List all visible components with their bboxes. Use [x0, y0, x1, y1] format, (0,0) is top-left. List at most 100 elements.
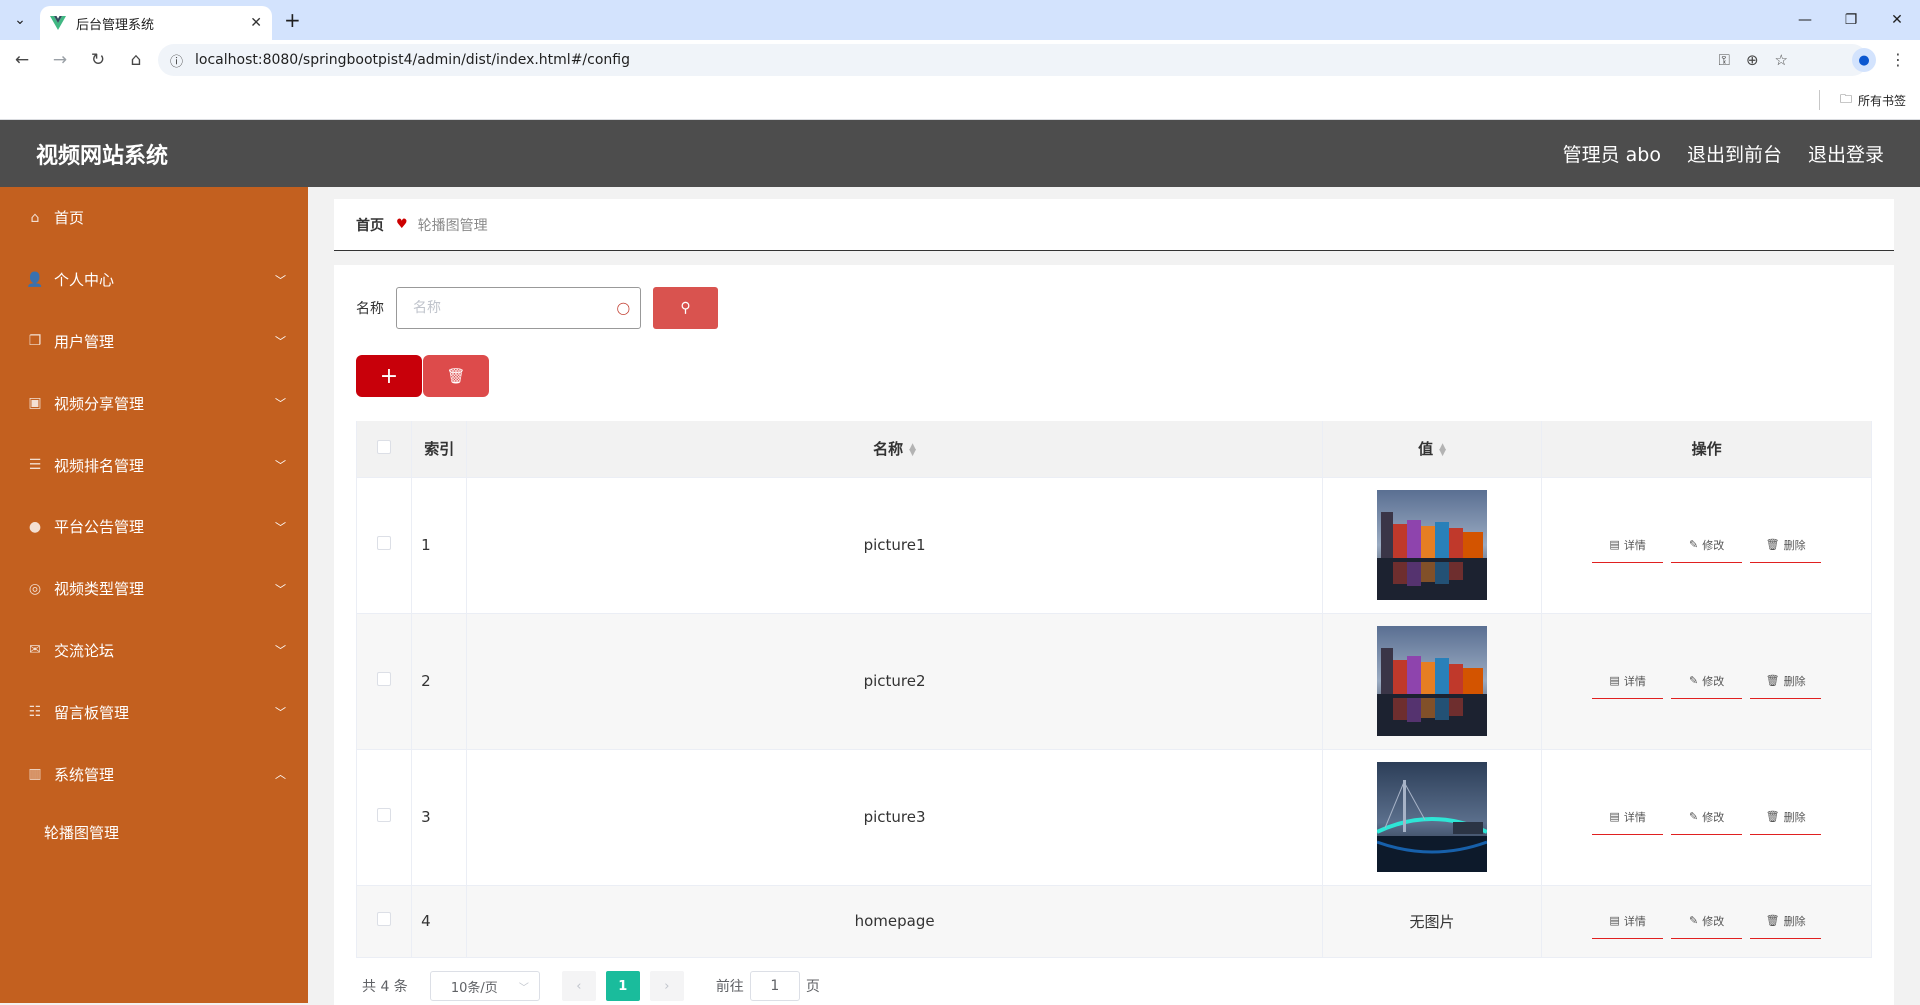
detail-button[interactable]: ▤ 详情 — [1592, 527, 1664, 563]
minimize-icon[interactable]: — — [1782, 0, 1828, 40]
goto-page-input[interactable] — [749, 971, 800, 1001]
logout-link[interactable]: 退出登录 — [1808, 140, 1884, 167]
sidebar-subitem-carousel[interactable]: 轮播图管理 — [0, 805, 308, 861]
add-button[interactable]: + — [356, 355, 422, 397]
chevron-down-icon: ﹀ — [275, 273, 286, 287]
sidebar-item-system[interactable]: ▥ 系统管理 ︿ — [0, 743, 308, 805]
document-icon: ▤ — [1609, 674, 1620, 687]
row-checkbox[interactable] — [377, 536, 392, 550]
browser-tab[interactable]: 后台管理系统 ✕ — [40, 6, 272, 40]
select-all-checkbox[interactable] — [377, 439, 392, 454]
row-value — [1321, 748, 1543, 886]
browser-menu-icon[interactable]: ⋮ — [1890, 50, 1906, 69]
copy-icon: ❐ — [28, 333, 42, 350]
bookmarks-separator — [1819, 90, 1820, 110]
current-user-label: 管理员 abo — [1562, 144, 1661, 166]
sidebar-item-user-management[interactable]: ❐ 用户管理 ﹀ — [0, 311, 308, 373]
batch-delete-button[interactable]: 🗑 — [423, 355, 489, 397]
pencil-icon: ✎ — [1689, 538, 1699, 551]
delete-label: 删除 — [1783, 674, 1806, 688]
prev-page-button[interactable]: ‹ — [561, 971, 596, 1001]
delete-label: 删除 — [1783, 810, 1806, 824]
back-icon[interactable]: ← — [6, 44, 38, 76]
home-page-icon[interactable]: ⌂ — [120, 44, 152, 76]
header-name[interactable]: 名称 ▲ ▼ — [466, 421, 1323, 478]
password-key-icon[interactable]: ⚿ — [1719, 51, 1730, 69]
sidebar-item-label: 视频类型管理 — [54, 580, 145, 599]
row-checkbox-cell — [355, 476, 413, 614]
sidebar-item-video-types[interactable]: ◎ 视频类型管理 ﹀ — [0, 558, 308, 620]
restore-icon[interactable]: ❐ — [1828, 0, 1874, 40]
chevron-down-icon: ﹀ — [275, 397, 286, 411]
next-page-button[interactable]: › — [649, 971, 684, 1001]
row-checkbox[interactable] — [377, 808, 392, 822]
forward-icon[interactable]: → — [44, 44, 76, 76]
row-checkbox[interactable] — [377, 912, 392, 926]
detail-label: 详情 — [1623, 674, 1646, 688]
carousel-image-buildings[interactable] — [1377, 626, 1488, 736]
sidebar-item-video-share[interactable]: ▣ 视频分享管理 ﹀ — [0, 372, 308, 434]
browser-tab-bar: ⌄ 后台管理系统 ✕ + — ❐ ✕ — [0, 0, 1920, 40]
reload-icon[interactable]: ↻ — [82, 44, 114, 76]
delete-button[interactable]: 🗑 删除 — [1750, 903, 1822, 939]
sidebar-item-video-ranking[interactable]: ☰ 视频排名管理 ﹀ — [0, 434, 308, 496]
carousel-image-buildings[interactable] — [1377, 490, 1488, 600]
row-index: 2 — [411, 612, 468, 750]
sidebar-item-message-board[interactable]: ☷ 留言板管理 ﹀ — [0, 681, 308, 743]
bookmark-star-icon[interactable]: ☆ — [1775, 51, 1788, 69]
header-value-label: 值 — [1418, 440, 1434, 459]
row-ops: ▤ 详情 ✎ 修改 🗑 删除 — [1541, 612, 1872, 750]
breadcrumb-home[interactable]: 首页 — [356, 215, 384, 235]
sidebar-item-label: 交流论坛 — [54, 641, 115, 660]
delete-button[interactable]: 🗑 删除 — [1750, 527, 1822, 563]
edit-button[interactable]: ✎ 修改 — [1671, 799, 1743, 835]
search-input[interactable] — [413, 300, 617, 316]
row-checkbox[interactable] — [377, 672, 392, 686]
row-ops: ▤ 详情 ✎ 修改 🗑 删除 — [1541, 748, 1872, 886]
sort-icon[interactable]: ▲ ▼ — [1439, 442, 1446, 457]
zoom-icon[interactable]: ⊕ — [1746, 51, 1759, 69]
address-bar[interactable]: ⓘ localhost:8080/springbootpist4/admin/d… — [158, 44, 1868, 76]
page-size-select[interactable]: 10条/页 ﹀ — [429, 971, 540, 1001]
edit-label: 修改 — [1702, 810, 1725, 824]
sidebar-item-announcements[interactable]: ● 平台公告管理 ﹀ — [0, 496, 308, 558]
delete-button[interactable]: 🗑 删除 — [1750, 663, 1822, 699]
profile-avatar-icon[interactable]: ● — [1852, 48, 1876, 72]
sidebar-item-home[interactable]: ⌂ 首页 — [0, 187, 308, 249]
chevron-down-icon: ﹀ — [275, 520, 286, 534]
search-button[interactable]: ⚲ — [653, 287, 718, 329]
document-icon: ▤ — [1609, 914, 1620, 927]
clipboard-icon: ▣ — [28, 395, 42, 412]
edit-button[interactable]: ✎ 修改 — [1671, 663, 1743, 699]
edit-button[interactable]: ✎ 修改 — [1671, 527, 1743, 563]
back-to-front-link[interactable]: 退出到前台 — [1687, 140, 1782, 167]
detail-button[interactable]: ▤ 详情 — [1592, 903, 1664, 939]
delete-button[interactable]: 🗑 删除 — [1750, 799, 1822, 835]
search-row: 名称 ◯ ⚲ — [356, 287, 718, 329]
select-all-cell — [355, 421, 413, 478]
header-ops: 操作 — [1541, 421, 1872, 478]
edit-button[interactable]: ✎ 修改 — [1671, 903, 1743, 939]
carousel-image-bridge[interactable] — [1377, 762, 1488, 872]
all-bookmarks-folder[interactable]: 🗀 所有书签 — [1840, 90, 1906, 111]
app-title: 视频网站系统 — [36, 143, 169, 169]
detail-button[interactable]: ▤ 详情 — [1592, 663, 1664, 699]
action-row: + 🗑 — [356, 355, 489, 397]
header-value[interactable]: 值 ▲ ▼ — [1321, 421, 1543, 478]
sidebar-item-personal-center[interactable]: 👤 个人中心 ﹀ — [0, 249, 308, 311]
row-ops: ▤ 详情 ✎ 修改 🗑 删除 — [1541, 476, 1872, 614]
user-icon: 👤 — [26, 271, 44, 288]
page-size-value: 10条/页 — [450, 980, 498, 996]
sort-icon[interactable]: ▲ ▼ — [909, 442, 916, 457]
sidebar-item-label: 用户管理 — [54, 332, 115, 351]
document-icon: ▤ — [1609, 538, 1620, 551]
page-number-button[interactable]: 1 — [605, 971, 640, 1001]
detail-button[interactable]: ▤ 详情 — [1592, 799, 1664, 835]
tab-close-icon[interactable]: ✕ — [250, 15, 262, 31]
window-close-icon[interactable]: ✕ — [1874, 0, 1920, 40]
site-info-icon[interactable]: ⓘ — [170, 51, 183, 70]
sidebar-item-forum[interactable]: ✉ 交流论坛 ﹀ — [0, 620, 308, 682]
tab-search-icon[interactable]: ⌄ — [8, 9, 32, 31]
new-tab-icon[interactable]: + — [284, 8, 301, 32]
trash-icon: 🗑 — [1765, 538, 1780, 551]
